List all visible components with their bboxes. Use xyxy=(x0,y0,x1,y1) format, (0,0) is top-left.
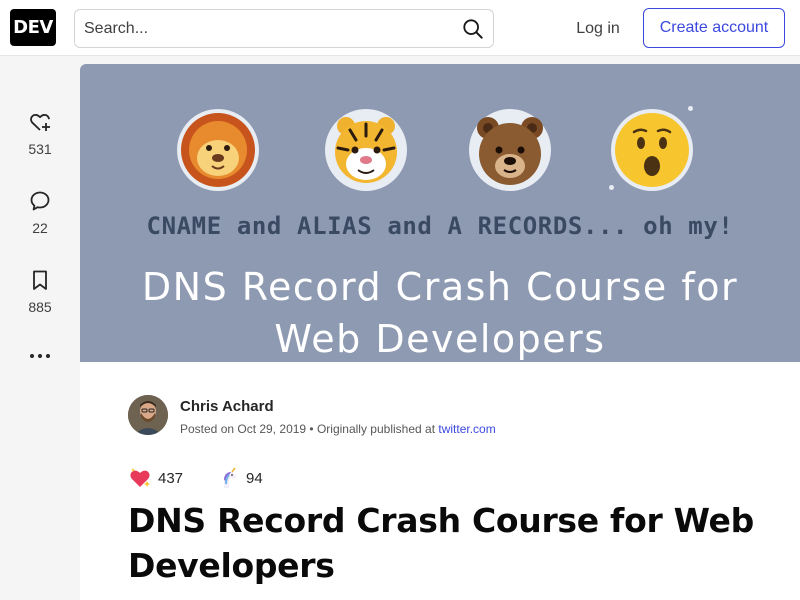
heart-add-icon[interactable] xyxy=(20,110,60,134)
search-box[interactable] xyxy=(74,9,494,48)
unicorn-reaction-count: 94 xyxy=(246,469,263,487)
comment-count: 22 xyxy=(32,220,48,236)
bookmark-count: 885 xyxy=(28,299,52,315)
article-card: CNAME and ALIAS and A RECORDS... oh my! … xyxy=(80,64,800,600)
bookmark-icon[interactable] xyxy=(20,268,60,292)
comment-icon[interactable] xyxy=(20,189,60,213)
sidebar-bookmark[interactable]: 885 xyxy=(20,268,60,315)
login-link[interactable]: Log in xyxy=(564,10,632,47)
search-icon[interactable] xyxy=(462,18,484,40)
tiger-face-icon xyxy=(325,109,407,191)
heart-count: 531 xyxy=(28,141,52,157)
unicorn-reactions: 94 xyxy=(216,465,263,491)
sparkle-decoration xyxy=(688,106,693,111)
lion-face-icon xyxy=(177,109,259,191)
bear-face-icon xyxy=(469,109,551,191)
surprised-face-icon xyxy=(611,109,693,191)
post-meta: Posted on Oct 29, 2019 • Originally publ… xyxy=(180,422,496,436)
author-name[interactable]: Chris Achard xyxy=(180,398,274,415)
search-input[interactable] xyxy=(75,10,455,47)
cover-title-line-2: Web Developers xyxy=(274,317,606,361)
dev-logo[interactable]: DEV xyxy=(10,9,56,46)
sparkling-heart-icon xyxy=(130,468,150,487)
posted-date: Posted on Oct 29, 2019 • Originally publ… xyxy=(180,422,436,436)
sparkle-decoration xyxy=(609,185,614,190)
source-link[interactable]: twitter.com xyxy=(438,422,495,436)
unicorn-icon xyxy=(224,467,236,488)
avatar[interactable] xyxy=(128,395,168,435)
create-account-button[interactable]: Create account xyxy=(643,8,785,48)
more-icon[interactable] xyxy=(26,348,54,364)
sidebar-comment[interactable]: 22 xyxy=(20,189,60,236)
sidebar-heart-reaction[interactable]: 531 xyxy=(20,110,60,157)
cover-title-line-1: DNS Record Crash Course for xyxy=(141,265,739,309)
top-header: DEV Log in Create account xyxy=(0,0,800,56)
cover-image: CNAME and ALIAS and A RECORDS... oh my! … xyxy=(80,64,800,362)
cover-title: DNS Record Crash Course for Web Develope… xyxy=(80,261,800,365)
article-title: DNS Record Crash Course for Web Develope… xyxy=(128,501,754,585)
heart-reactions: 437 xyxy=(128,465,183,491)
heart-reaction-count: 437 xyxy=(158,469,184,487)
cover-subtitle: CNAME and ALIAS and A RECORDS... oh my! xyxy=(146,212,734,240)
